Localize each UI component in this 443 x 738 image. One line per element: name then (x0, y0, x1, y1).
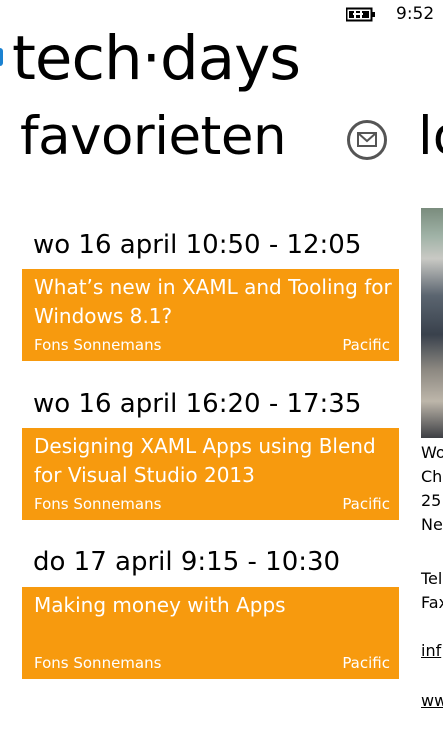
session-speaker: Fons Sonnemans (34, 336, 162, 354)
address-line: Wo (421, 443, 443, 462)
pivot-header-favorieten[interactable]: favorieten (20, 106, 287, 168)
clock: 9:52 (396, 4, 435, 24)
pivot-header-next[interactable]: lo (418, 106, 443, 168)
session-room: Pacific (342, 654, 390, 672)
session-title: What’s new in XAML and Tooling for Windo… (34, 275, 392, 328)
app-title: tech·days (12, 23, 301, 94)
address-line: 251 (421, 491, 443, 510)
mail-icon (357, 132, 377, 147)
address-line: Ch (421, 467, 443, 486)
session-title: Designing XAML Apps using Blend for Visu… (34, 434, 376, 487)
session-tile[interactable]: Designing XAML Apps using Blend for Visu… (22, 428, 399, 520)
session-tile[interactable]: Making money with Apps Fons Sonnemans Pa… (22, 587, 399, 679)
fax-label: Fax (421, 593, 443, 612)
accent-mark (0, 48, 3, 66)
session-room: Pacific (342, 495, 390, 513)
session-room: Pacific (342, 336, 390, 354)
location-photo (421, 208, 443, 438)
website-link[interactable]: ww (421, 689, 443, 713)
session-title: Making money with Apps (34, 593, 286, 617)
session-speaker: Fons Sonnemans (34, 495, 162, 513)
mail-button[interactable] (347, 120, 387, 160)
session-time: do 17 april 9:15 - 10:30 (33, 547, 341, 577)
email-link[interactable]: inf (421, 639, 441, 663)
session-tile[interactable]: What’s new in XAML and Tooling for Windo… (22, 269, 399, 361)
address-line: Ne (421, 515, 443, 534)
phone-label: Tel (421, 569, 443, 588)
battery-charging-icon (346, 7, 375, 22)
session-speaker: Fons Sonnemans (34, 654, 162, 672)
session-time: wo 16 april 10:50 - 12:05 (33, 230, 362, 260)
session-time: wo 16 april 16:20 - 17:35 (33, 389, 362, 419)
